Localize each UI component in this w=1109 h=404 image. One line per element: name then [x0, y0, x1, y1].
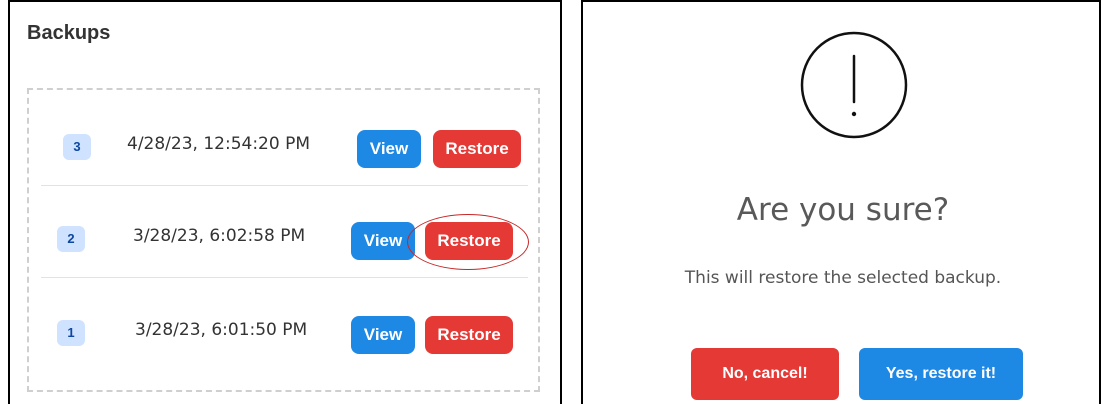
dialog-title: Are you sure? [736, 192, 950, 228]
backup-timestamp: 3/28/23, 6:01:50 PM [135, 320, 308, 340]
backup-row: 1 3/28/23, 6:01:50 PM View Restore [41, 278, 528, 370]
panel-title: Backups [27, 22, 111, 44]
cancel-button[interactable]: No, cancel! [691, 348, 839, 400]
restore-button[interactable]: Restore [425, 316, 513, 354]
backup-row: 2 3/28/23, 6:02:58 PM View Restore [41, 186, 528, 278]
view-button[interactable]: View [351, 222, 415, 260]
restore-button[interactable]: Restore [425, 222, 513, 260]
exclamation-icon [800, 31, 908, 139]
backup-timestamp: 4/28/23, 12:54:20 PM [127, 134, 311, 154]
dialog-message: This will restore the selected backup. [684, 268, 1002, 288]
confirm-restore-button[interactable]: Yes, restore it! [859, 348, 1023, 400]
backup-number-badge: 2 [57, 226, 85, 252]
view-button[interactable]: View [351, 316, 415, 354]
backups-list: 3 4/28/23, 12:54:20 PM View Restore 2 3/… [27, 88, 540, 392]
backup-row: 3 4/28/23, 12:54:20 PM View Restore [41, 94, 528, 186]
backup-number-badge: 3 [63, 134, 91, 160]
backup-timestamp: 3/28/23, 6:02:58 PM [133, 226, 306, 246]
backups-panel: Backups 3 4/28/23, 12:54:20 PM View Rest… [8, 0, 562, 404]
confirm-dialog: Are you sure? This will restore the sele… [581, 0, 1101, 404]
backup-number-badge: 1 [57, 320, 85, 346]
restore-button[interactable]: Restore [433, 130, 521, 168]
view-button[interactable]: View [357, 130, 421, 168]
